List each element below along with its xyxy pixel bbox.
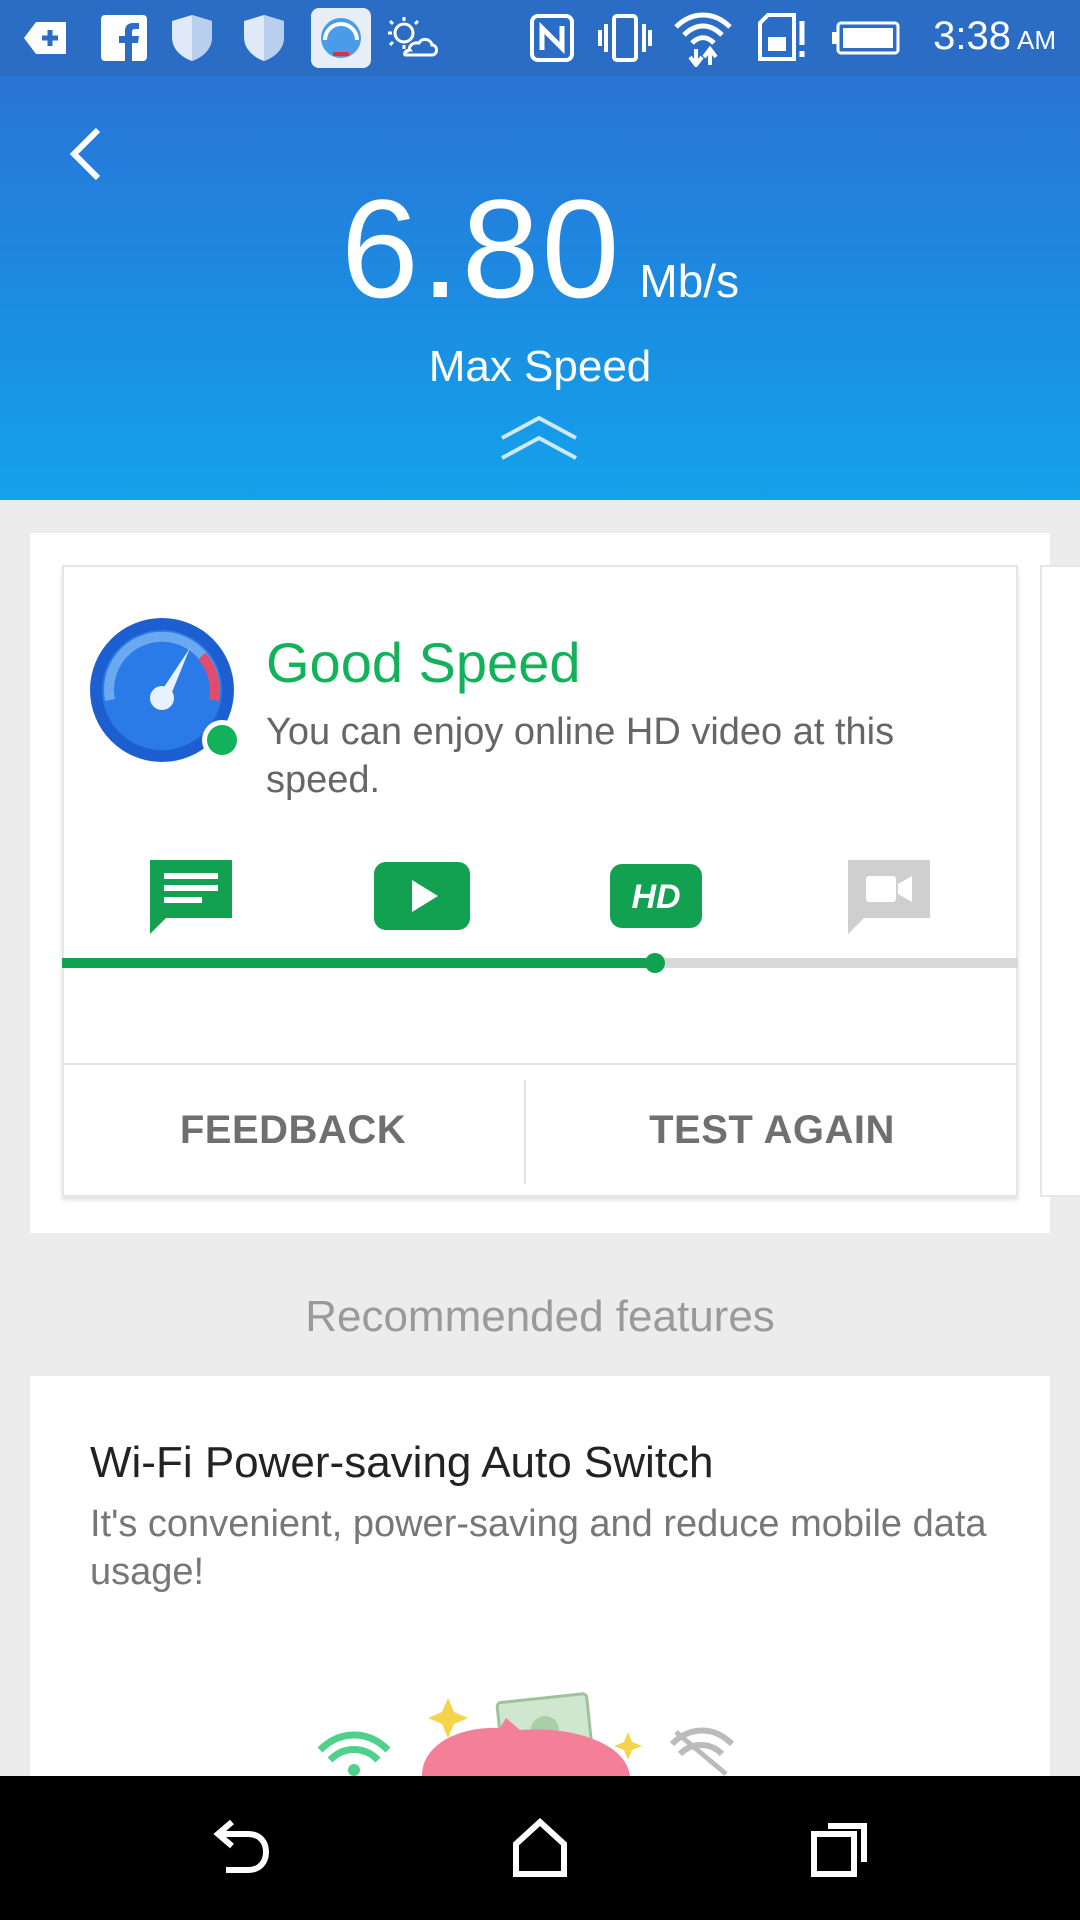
- speed-readout: 6.80 Mb/s: [0, 168, 1080, 330]
- shield-icon: [240, 12, 288, 64]
- nfc-icon: [528, 12, 576, 64]
- hd-icon: HD: [608, 846, 704, 946]
- next-card-peek[interactable]: [1040, 565, 1080, 1197]
- wifi-icon: [672, 12, 734, 67]
- section-title: Recommended features: [305, 1292, 775, 1341]
- status-bar: 3:38 AM: [0, 0, 1080, 76]
- feature-description: It's convenient, power-saving and reduce…: [90, 1503, 987, 1593]
- recents-nav-icon[interactable]: [800, 1808, 880, 1888]
- svg-text:HD: HD: [631, 878, 680, 916]
- chat-icon: [146, 846, 236, 946]
- feature-card[interactable]: Wi-Fi Power-saving Auto Switch It's conv…: [30, 1376, 1050, 1776]
- feedback-button[interactable]: FEEDBACK: [62, 1066, 524, 1194]
- speed-unit: Mb/s: [639, 255, 740, 307]
- piggy-bank-illustration: [317, 1692, 735, 1776]
- speed-app-icon: [310, 8, 372, 68]
- feature-title: Wi-Fi Power-saving Auto Switch: [90, 1438, 714, 1487]
- vibrate-icon: [596, 12, 654, 64]
- speed-value: 6.80: [340, 170, 622, 327]
- facebook-icon: [100, 12, 148, 64]
- progress-fill: [62, 958, 655, 968]
- card-divider: [62, 1063, 1018, 1065]
- battery-icon: [830, 12, 900, 64]
- shield-icon: [168, 12, 216, 64]
- navigation-bar: [0, 1776, 1080, 1920]
- video-call-icon: [844, 846, 934, 946]
- sd-card-alert-icon: [756, 12, 810, 64]
- speed-label: Max Speed: [428, 342, 652, 391]
- home-nav-icon[interactable]: [500, 1808, 580, 1888]
- speedometer-icon: [90, 618, 242, 768]
- test-again-button[interactable]: TEST AGAIN: [526, 1066, 1018, 1194]
- result-title: Good Speed: [266, 631, 581, 694]
- expand-up-icon[interactable]: [498, 414, 580, 466]
- result-description: You can enjoy online HD video at this sp…: [266, 711, 895, 801]
- weather-icon: [386, 12, 440, 64]
- progress-knob: [645, 953, 665, 973]
- clock: 3:38 AM: [933, 14, 1056, 58]
- speed-progress-bar: [62, 953, 1018, 973]
- add-box-icon: [22, 12, 70, 64]
- back-nav-icon[interactable]: [200, 1808, 280, 1888]
- speed-header: 6.80 Mb/s Max Speed: [0, 76, 1080, 500]
- play-video-icon: [372, 846, 472, 946]
